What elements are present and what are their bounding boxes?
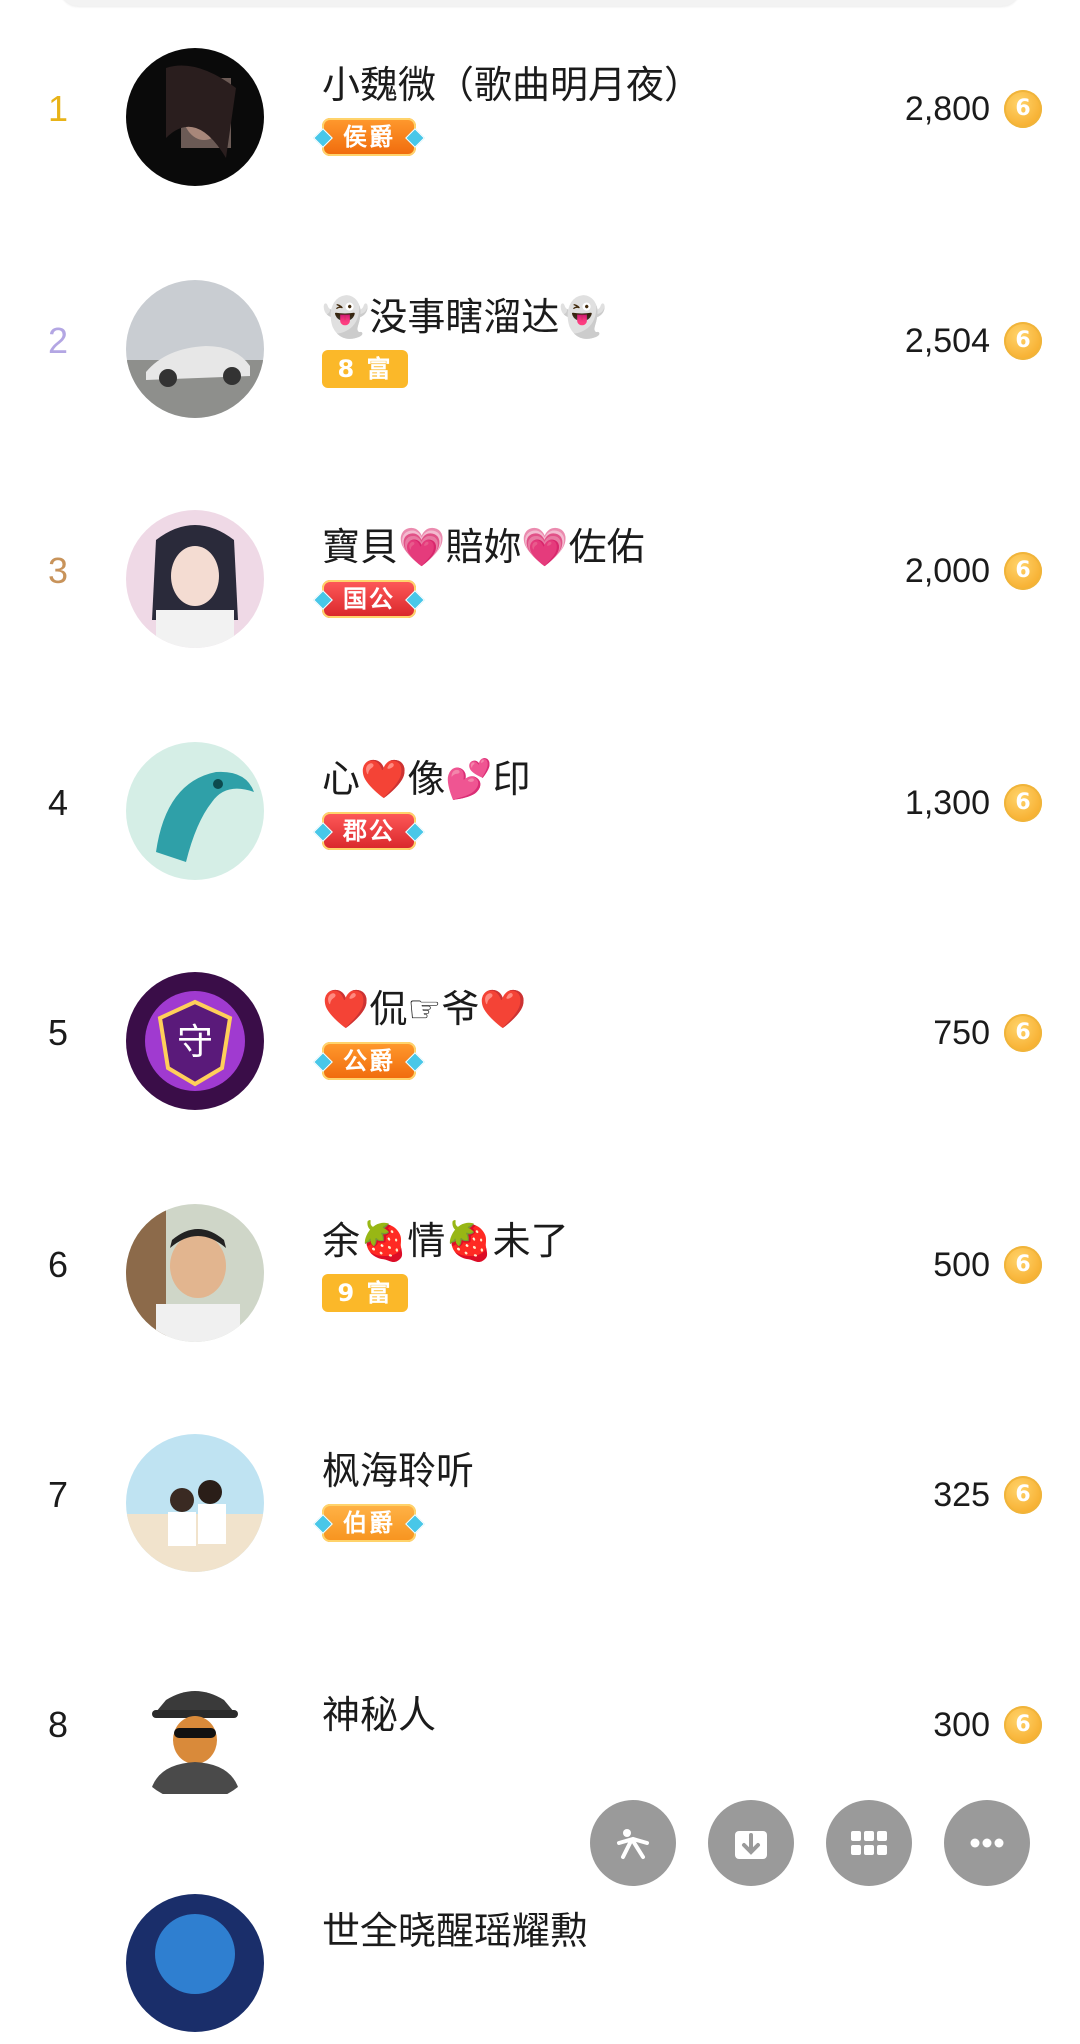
list-item[interactable]: 4 心❤️像💕印 郡公 1,300 6 bbox=[0, 732, 1080, 892]
top-tab-bar bbox=[60, 0, 1020, 6]
coin-amount: 300 bbox=[933, 1706, 990, 1744]
username: 神秘人 bbox=[322, 1693, 437, 1737]
rank-number: 6 bbox=[48, 1244, 69, 1285]
coin-amount: 2,504 bbox=[904, 322, 990, 360]
username: 枫海聆听 bbox=[322, 1449, 475, 1493]
coin-icon: 6 bbox=[1004, 1706, 1042, 1744]
list-item[interactable]: 2 👻没事瞎溜达👻 8 富 2,504 6 bbox=[0, 270, 1080, 430]
username: 寶貝💗賠妳💗佐佑 bbox=[322, 525, 645, 569]
badge-label: 郡公 bbox=[343, 817, 395, 845]
coin-icon: 6 bbox=[1004, 1476, 1042, 1514]
list-item[interactable]: 8 神秘人 300 6 bbox=[0, 1654, 1080, 1814]
badge-label: 侯爵 bbox=[343, 123, 395, 151]
noble-badge: 国公 bbox=[313, 580, 425, 618]
coin-icon: 6 bbox=[1004, 784, 1042, 822]
coin-amount: 2,800 bbox=[904, 90, 990, 128]
wealth-badge: 8 富 bbox=[322, 350, 408, 388]
coin-amount: 325 bbox=[933, 1476, 990, 1514]
download-icon bbox=[735, 1831, 767, 1859]
username: 心❤️像💕印 bbox=[322, 757, 531, 801]
coin-icon: 6 bbox=[1004, 1014, 1042, 1052]
list-item[interactable]: 3 寶貝💗賠妳💗佐佑 国公 2,000 6 bbox=[0, 500, 1080, 660]
gem-icon bbox=[313, 1514, 333, 1534]
list-item[interactable]: 世全晓醒瑶耀勲 bbox=[0, 1884, 1080, 2044]
coin-icon: 6 bbox=[1004, 1246, 1042, 1284]
avatar[interactable] bbox=[126, 1664, 264, 1802]
gem-icon bbox=[313, 1052, 333, 1072]
coin-icon: 6 bbox=[1004, 322, 1042, 360]
rank-number: 2 bbox=[48, 320, 69, 361]
avatar[interactable] bbox=[126, 1204, 264, 1342]
username: 世全晓醒瑶耀勲 bbox=[322, 1909, 589, 1953]
gem-icon bbox=[405, 590, 425, 610]
list-item[interactable]: 7 枫海聆听 伯爵 325 6 bbox=[0, 1424, 1080, 1584]
rank-number: 4 bbox=[48, 782, 69, 823]
avatar[interactable] bbox=[126, 48, 264, 186]
gem-icon bbox=[405, 822, 425, 842]
gem-icon bbox=[405, 1514, 425, 1534]
gem-icon bbox=[313, 590, 333, 610]
badge-label: 国公 bbox=[343, 585, 395, 613]
avatar[interactable]: 守 bbox=[126, 972, 264, 1110]
gem-icon bbox=[313, 822, 333, 842]
noble-badge: 郡公 bbox=[313, 812, 425, 850]
avatar[interactable] bbox=[126, 1894, 264, 2032]
list-item[interactable]: 5 守 ❤️侃☞爷❤️ 公爵 750 6 bbox=[0, 962, 1080, 1122]
rank-number: 1 bbox=[48, 88, 69, 129]
avatar[interactable] bbox=[126, 1434, 264, 1572]
avatar[interactable] bbox=[126, 742, 264, 880]
rank-number: 5 bbox=[48, 1012, 69, 1053]
grid-button[interactable] bbox=[826, 1800, 912, 1886]
coin-amount: 1,300 bbox=[904, 784, 990, 822]
gem-icon bbox=[313, 128, 333, 148]
wealth-badge: 9 富 bbox=[322, 1274, 408, 1312]
more-button[interactable] bbox=[944, 1800, 1030, 1886]
more-icon bbox=[970, 1838, 1004, 1848]
rank-number: 7 bbox=[48, 1474, 69, 1515]
gem-icon bbox=[405, 128, 425, 148]
coin-amount: 2,000 bbox=[904, 552, 990, 590]
avatar[interactable] bbox=[126, 280, 264, 418]
username: 余🍓情🍓未了 bbox=[322, 1219, 569, 1263]
coin-icon: 6 bbox=[1004, 90, 1042, 128]
coin-amount: 500 bbox=[933, 1246, 990, 1284]
svg-text:守: 守 bbox=[177, 1022, 213, 1063]
download-button[interactable] bbox=[708, 1800, 794, 1886]
noble-badge: 侯爵 bbox=[313, 118, 425, 156]
kuaishou-share-icon bbox=[617, 1829, 649, 1859]
noble-badge: 公爵 bbox=[313, 1042, 425, 1080]
avatar[interactable] bbox=[126, 510, 264, 648]
username: 小魏微（歌曲明月夜） bbox=[322, 63, 703, 107]
gem-icon bbox=[405, 1052, 425, 1072]
coin-amount: 750 bbox=[933, 1014, 990, 1052]
rank-number: 8 bbox=[48, 1704, 69, 1745]
badge-label: 公爵 bbox=[343, 1047, 395, 1075]
username: ❤️侃☞爷❤️ bbox=[322, 987, 527, 1031]
list-item[interactable]: 1 小魏微（歌曲明月夜） 侯爵 2,800 6 bbox=[0, 38, 1080, 198]
list-item[interactable]: 6 余🍓情🍓未了 9 富 500 6 bbox=[0, 1194, 1080, 1354]
share-button[interactable] bbox=[590, 1800, 676, 1886]
coin-icon: 6 bbox=[1004, 552, 1042, 590]
rank-number: 3 bbox=[48, 550, 69, 591]
noble-badge: 伯爵 bbox=[313, 1504, 425, 1542]
badge-label: 伯爵 bbox=[343, 1509, 395, 1537]
username: 👻没事瞎溜达👻 bbox=[322, 295, 607, 339]
grid-icon bbox=[851, 1831, 887, 1855]
